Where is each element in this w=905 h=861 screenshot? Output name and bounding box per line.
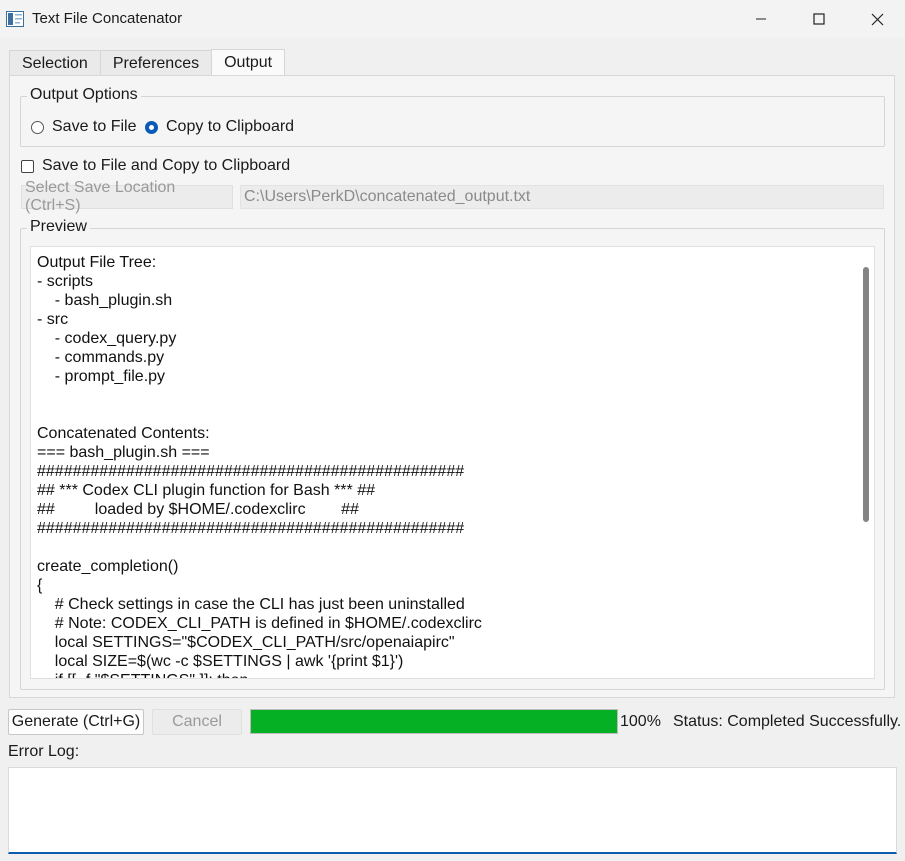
square-icon (813, 13, 825, 25)
save-and-copy-checkbox[interactable] (21, 159, 34, 173)
x-icon (871, 13, 883, 25)
error-log-label: Error Log: (8, 743, 80, 760)
window-title: Text File Concatenator (32, 10, 183, 27)
copy-to-clipboard-label: Copy to Clipboard (166, 118, 295, 135)
app-icon (6, 11, 24, 27)
generate-button[interactable]: Generate (Ctrl+G) (8, 709, 144, 735)
status-text: Status: Completed Successfully. (673, 713, 902, 730)
copy-to-clipboard-radio[interactable] (145, 120, 158, 134)
minimize-button[interactable] (732, 0, 790, 38)
scroll-thumb[interactable] (863, 267, 869, 522)
preview-scrollbar[interactable] (857, 247, 874, 678)
error-log-field[interactable] (8, 767, 897, 854)
tab-bar: Selection Preferences Output (9, 49, 286, 76)
save-to-file-option[interactable]: Save to File (31, 118, 136, 136)
output-options-group: Output Options Save to File Copy to Clip… (20, 86, 885, 147)
select-save-location-button[interactable]: Select Save Location (Ctrl+S) (21, 179, 233, 214)
preview-title: Preview (27, 218, 90, 236)
close-button[interactable] (848, 0, 905, 38)
save-to-file-radio[interactable] (31, 120, 44, 134)
cancel-button[interactable]: Cancel (152, 709, 242, 735)
save-and-copy-option[interactable]: Save to File and Copy to Clipboard (21, 157, 290, 175)
output-tab-panel: Output Options Save to File Copy to Clip… (9, 75, 895, 698)
progress-bar (250, 709, 618, 734)
progress-fill (251, 710, 617, 733)
title-bar: Text File Concatenator (0, 0, 905, 38)
minimize-icon (756, 18, 766, 20)
save-to-file-label: Save to File (52, 118, 137, 135)
copy-to-clipboard-option[interactable]: Copy to Clipboard (145, 118, 294, 136)
progress-percent: 100% (620, 713, 661, 730)
preview-text-area[interactable]: Output File Tree: - scripts - bash_plugi… (30, 246, 875, 679)
maximize-button[interactable] (790, 0, 848, 38)
save-path-field[interactable]: C:\Users\PerkD\concatenated_output.txt (240, 185, 884, 209)
tab-output[interactable]: Output (211, 49, 286, 76)
save-and-copy-label: Save to File and Copy to Clipboard (42, 157, 291, 174)
tab-preferences[interactable]: Preferences (99, 50, 213, 76)
preview-content: Output File Tree: - scripts - bash_plugi… (37, 254, 482, 678)
output-options-title: Output Options (27, 86, 141, 104)
tab-selection[interactable]: Selection (9, 50, 101, 76)
